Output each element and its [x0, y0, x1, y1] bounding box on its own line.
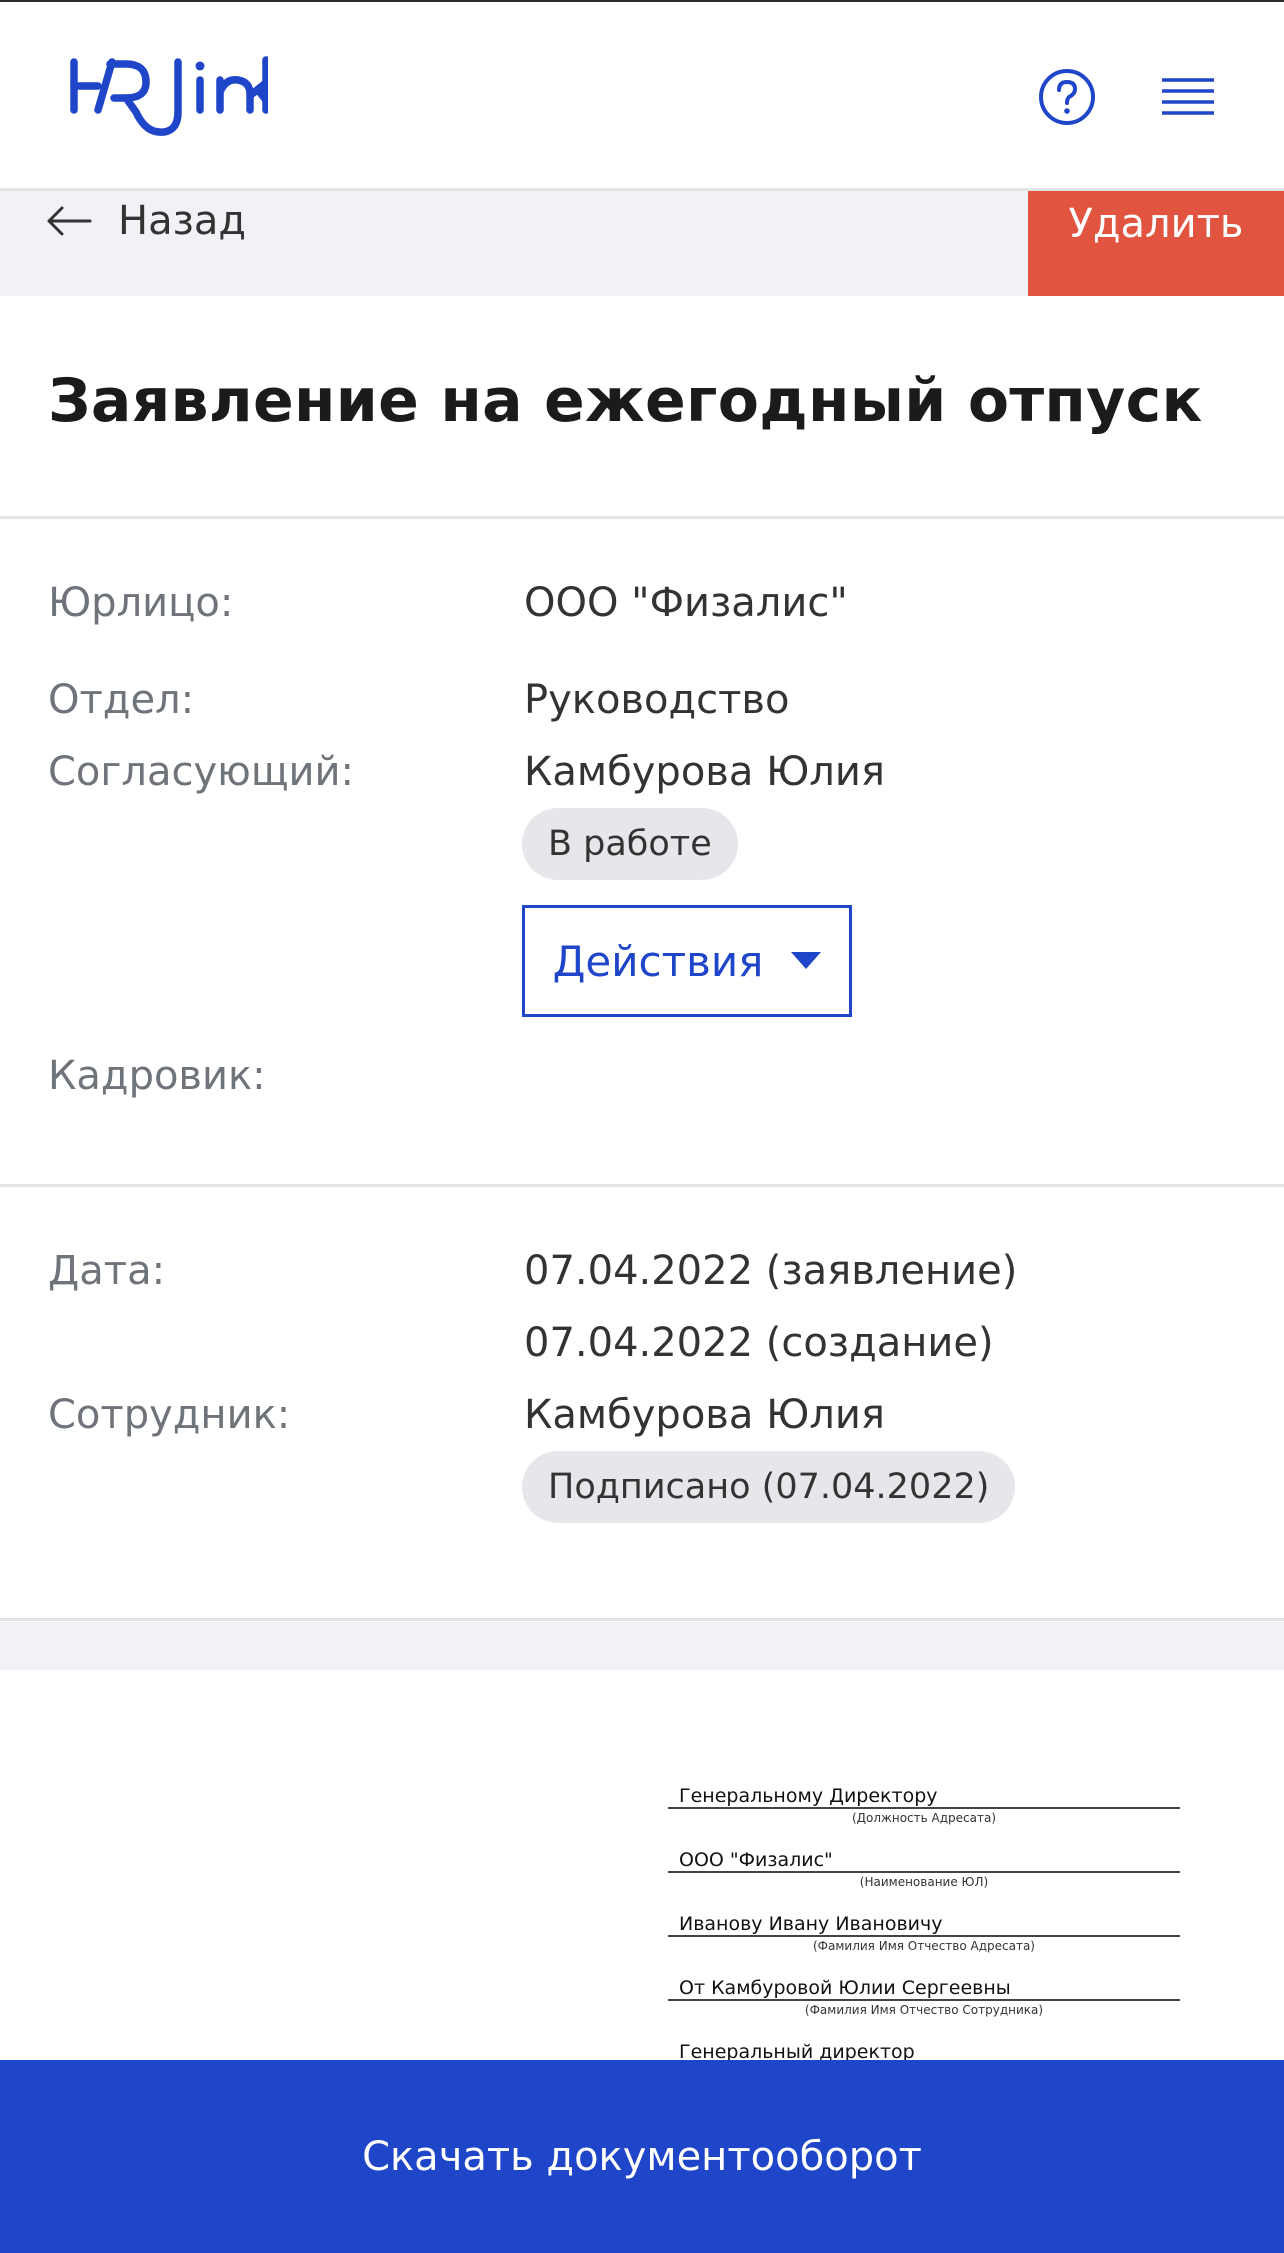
preview-rule: [668, 1935, 1180, 1937]
document-preview[interactable]: Генеральному Директору (Должность Адреса…: [0, 1670, 1284, 2060]
hrlink-logo[interactable]: [68, 52, 268, 142]
help-question-icon[interactable]: [1038, 68, 1096, 126]
preview-addressee-name: Иванову Ивану Ивановичу: [679, 1913, 943, 1935]
preview-rule: [668, 1807, 1180, 1809]
actions-label: Действия: [552, 936, 764, 986]
employee-name: Камбурова Юлия: [524, 1392, 885, 1438]
department-label: Отдел:: [48, 677, 195, 723]
delete-button[interactable]: Удалить: [1028, 191, 1284, 296]
section-divider: [0, 516, 1284, 519]
hamburger-menu-icon[interactable]: [1160, 72, 1216, 122]
employee-status-badge: Подписано (07.04.2022): [522, 1451, 1016, 1523]
preview-sender-name: От Камбуровой Юлии Сергеевны: [679, 1977, 1011, 1999]
page-title: Заявление на ежегодный отпуск: [48, 366, 1203, 436]
section-spacer: [0, 1622, 1284, 1670]
page: Назад Удалить Заявление на ежегодный отп…: [0, 0, 1284, 2253]
employee-label: Сотрудник:: [48, 1392, 291, 1438]
preview-caption: (Фамилия Имя Отчество Сотрудника): [804, 2003, 1044, 2017]
preview-caption: (Наименование ЮЛ): [859, 1875, 989, 1889]
back-button[interactable]: Назад: [46, 191, 246, 251]
legal-entity-label: Юрлицо:: [48, 580, 234, 626]
section-divider: [0, 1184, 1284, 1187]
hr-label: Кадровик:: [48, 1053, 266, 1099]
preview-rule: [668, 1871, 1180, 1873]
preview-caption: (Должность Адресата): [851, 1811, 997, 1825]
download-documents-button[interactable]: Скачать документооборот: [0, 2060, 1284, 2253]
preview-caption: (Фамилия Имя Отчество Адресата): [813, 1939, 1035, 1953]
preview-addressee-position: Генеральному Директору: [679, 1785, 938, 1807]
arrow-left-icon: [47, 206, 92, 236]
preview-rule: [668, 1999, 1180, 2001]
approver-status-badge: В работе: [522, 808, 738, 880]
preview-company-name: ООО "Физалис": [679, 1849, 833, 1871]
approver-label: Согласующий:: [48, 749, 354, 795]
actions-dropdown-button[interactable]: Действия: [522, 905, 852, 1017]
date-created-value: 07.04.2022 (создание): [524, 1320, 994, 1366]
date-label: Дата:: [48, 1248, 166, 1294]
legal-entity-value: ООО "Физалис": [524, 580, 848, 626]
section-divider: [0, 1618, 1284, 1621]
preview-sender-position: Генеральный директор: [679, 2041, 915, 2060]
date-statement-value: 07.04.2022 (заявление): [524, 1248, 1018, 1294]
navigation-bar: Назад Удалить: [0, 191, 1284, 296]
back-label: Назад: [118, 198, 247, 244]
approver-name: Камбурова Юлия: [524, 749, 885, 795]
department-value: Руководство: [524, 677, 790, 723]
app-header: [0, 2, 1284, 191]
caret-down-icon: [791, 952, 822, 969]
